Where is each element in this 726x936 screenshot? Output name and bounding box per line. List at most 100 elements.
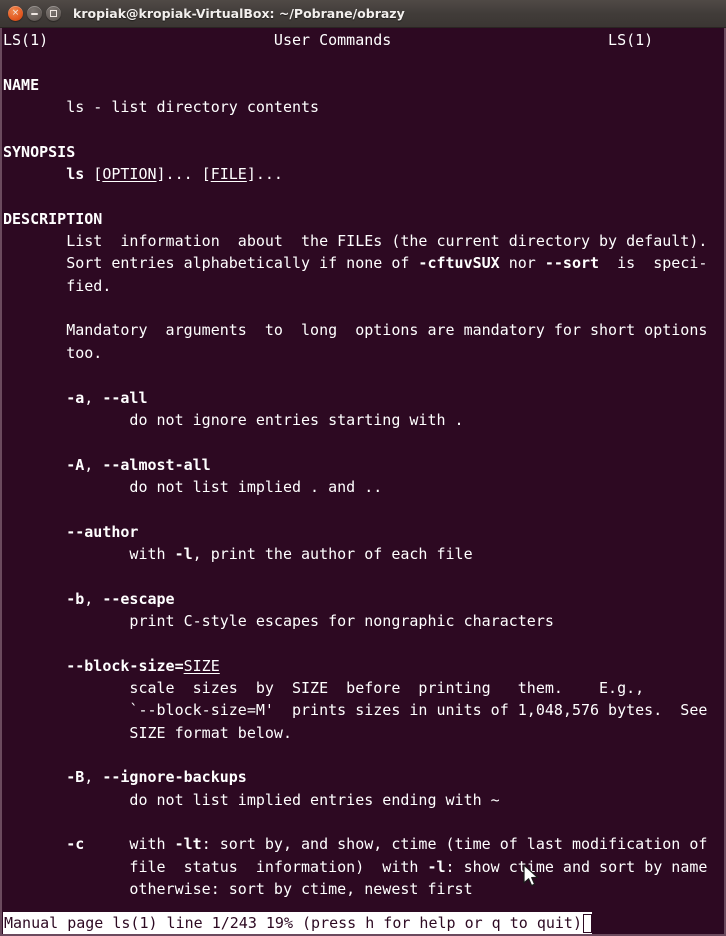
man-page-text: LS(1) User Commands LS(1) NAME ls - list…: [2, 28, 724, 912]
terminal-body[interactable]: LS(1) User Commands LS(1) NAME ls - list…: [0, 28, 726, 912]
man-page-line: scale sizes by SIZE before printing them…: [3, 677, 724, 699]
bold-text: -cftuvSUX: [418, 254, 500, 273]
window-controls: ×: [8, 6, 61, 21]
man-page-line: [3, 297, 724, 319]
window-titlebar: × kropiak@kropiak-VirtualBox: ~/Pobrane/…: [0, 0, 726, 28]
man-page-line: [3, 431, 724, 453]
plain-text: [: [84, 165, 103, 184]
man-page-line: do not ignore entries starting with .: [3, 409, 724, 431]
bold-text: --escape: [102, 589, 175, 608]
plain-text: do not list implied entries ending with …: [3, 790, 500, 809]
plain-text: `--block-size=M' prints sizes in units o…: [3, 701, 708, 720]
plain-text: [3, 768, 66, 786]
man-page-line: too.: [3, 342, 724, 364]
bold-text: -A: [66, 455, 85, 474]
man-page-line: [3, 744, 724, 766]
status-line[interactable]: Manual page ls(1) line 1/243 19% (press …: [3, 912, 592, 934]
man-page-line: [3, 632, 724, 654]
bold-text: -a: [66, 388, 85, 407]
man-page-line: with -l, print the author of each file: [3, 543, 724, 565]
plain-text: List information about the FILEs (the cu…: [3, 232, 708, 251]
window-title: kropiak@kropiak-VirtualBox: ~/Pobrane/ob…: [73, 6, 405, 21]
plain-text: LS(1) User Commands LS(1): [3, 31, 654, 49]
man-page-line: -B, --ignore-backups: [3, 766, 724, 788]
man-page-line: LS(1) User Commands LS(1): [3, 29, 724, 51]
man-page-line: Mandatory arguments to long options are …: [3, 319, 724, 341]
plain-text: do not list implied . and ..: [3, 477, 383, 496]
maximize-button[interactable]: [46, 6, 61, 21]
plain-text: nor: [499, 254, 545, 273]
bold-text: -lt: [174, 835, 202, 854]
man-page-line: SYNOPSIS: [3, 141, 724, 163]
man-page-line: --block-size=SIZE: [3, 655, 724, 677]
plain-text: ]...: [246, 165, 283, 184]
bold-text: -b: [66, 589, 85, 608]
plain-text: ,: [84, 388, 103, 407]
man-page-line: `--block-size=M' prints sizes in units o…: [3, 699, 724, 721]
plain-text: too.: [3, 343, 103, 362]
man-page-line: file status information) with -l: show c…: [3, 856, 724, 878]
plain-text: ]... [: [156, 165, 211, 184]
man-page-line: -a, --all: [3, 387, 724, 409]
plain-text: [3, 389, 66, 407]
man-page-line: [3, 811, 724, 833]
plain-text: is speci-: [599, 254, 708, 273]
bold-text: NAME: [3, 75, 40, 94]
man-page-line: [3, 364, 724, 386]
man-page-line: Sort entries alphabetically if none of -…: [3, 252, 724, 274]
man-page-line: NAME: [3, 74, 724, 96]
plain-text: with: [84, 835, 175, 854]
bold-text: --block-size=: [66, 656, 184, 675]
man-page-line: [3, 900, 724, 912]
plain-text: Mandatory arguments to long options are …: [3, 321, 708, 340]
man-page-line: -A, --almost-all: [3, 454, 724, 476]
man-page-line: [3, 118, 724, 140]
plain-text: SIZE format below.: [3, 723, 292, 742]
plain-text: file status information) with: [3, 857, 428, 876]
man-page-line: -c with -lt: sort by, and show, ctime (t…: [3, 833, 724, 855]
man-page-line: do not list implied entries ending with …: [3, 789, 724, 811]
plain-text: scale sizes by SIZE before printing them…: [3, 678, 645, 697]
plain-text: [3, 590, 66, 608]
underlined-text: OPTION: [102, 165, 157, 184]
close-icon: ×: [11, 8, 20, 18]
plain-text: with: [3, 544, 175, 563]
plain-text: [3, 456, 66, 474]
man-page-line: [3, 51, 724, 73]
plain-text: [3, 523, 66, 541]
man-page-line: fied.: [3, 275, 724, 297]
plain-text: : show ctime and sort by name: [445, 857, 708, 876]
bold-text: --author: [66, 522, 139, 541]
plain-text: otherwise: sort by ctime, newest first: [3, 880, 473, 899]
plain-text: ,: [84, 768, 103, 787]
plain-text: , print the author of each file: [192, 544, 473, 563]
pager-status-bar: Manual page ls(1) line 1/243 19% (press …: [0, 912, 726, 936]
plain-text: ,: [84, 455, 103, 474]
bold-text: --almost-all: [102, 455, 211, 474]
plain-text: print C-style escapes for nongraphic cha…: [3, 611, 554, 630]
man-page-line: print C-style escapes for nongraphic cha…: [3, 610, 724, 632]
man-page-line: otherwise: sort by ctime, newest first: [3, 878, 724, 900]
bold-text: -l: [427, 857, 446, 876]
close-button[interactable]: ×: [8, 6, 23, 21]
bold-text: -c: [66, 835, 85, 854]
bold-text: --sort: [544, 254, 600, 273]
man-page-line: DESCRIPTION: [3, 208, 724, 230]
bold-text: ls: [66, 165, 85, 184]
status-text: Manual page ls(1) line 1/243 19% (press …: [4, 914, 582, 932]
plain-text: Sort entries alphabetically if none of: [3, 254, 419, 273]
text-cursor: [582, 913, 592, 933]
plain-text: ,: [84, 589, 103, 608]
man-page-line: [3, 185, 724, 207]
plain-text: : sort by, and show, ctime (time of last…: [201, 835, 708, 854]
man-page-line: [3, 565, 724, 587]
bold-text: -l: [174, 544, 193, 563]
bold-text: --all: [102, 388, 148, 407]
bold-text: --ignore-backups: [102, 768, 247, 787]
terminal-window: × kropiak@kropiak-VirtualBox: ~/Pobrane/…: [0, 0, 726, 936]
plain-text: [3, 165, 66, 183]
plain-text: fied.: [3, 276, 112, 295]
plain-text: [3, 657, 66, 675]
minimize-button[interactable]: [27, 6, 42, 21]
man-page-line: -b, --escape: [3, 588, 724, 610]
